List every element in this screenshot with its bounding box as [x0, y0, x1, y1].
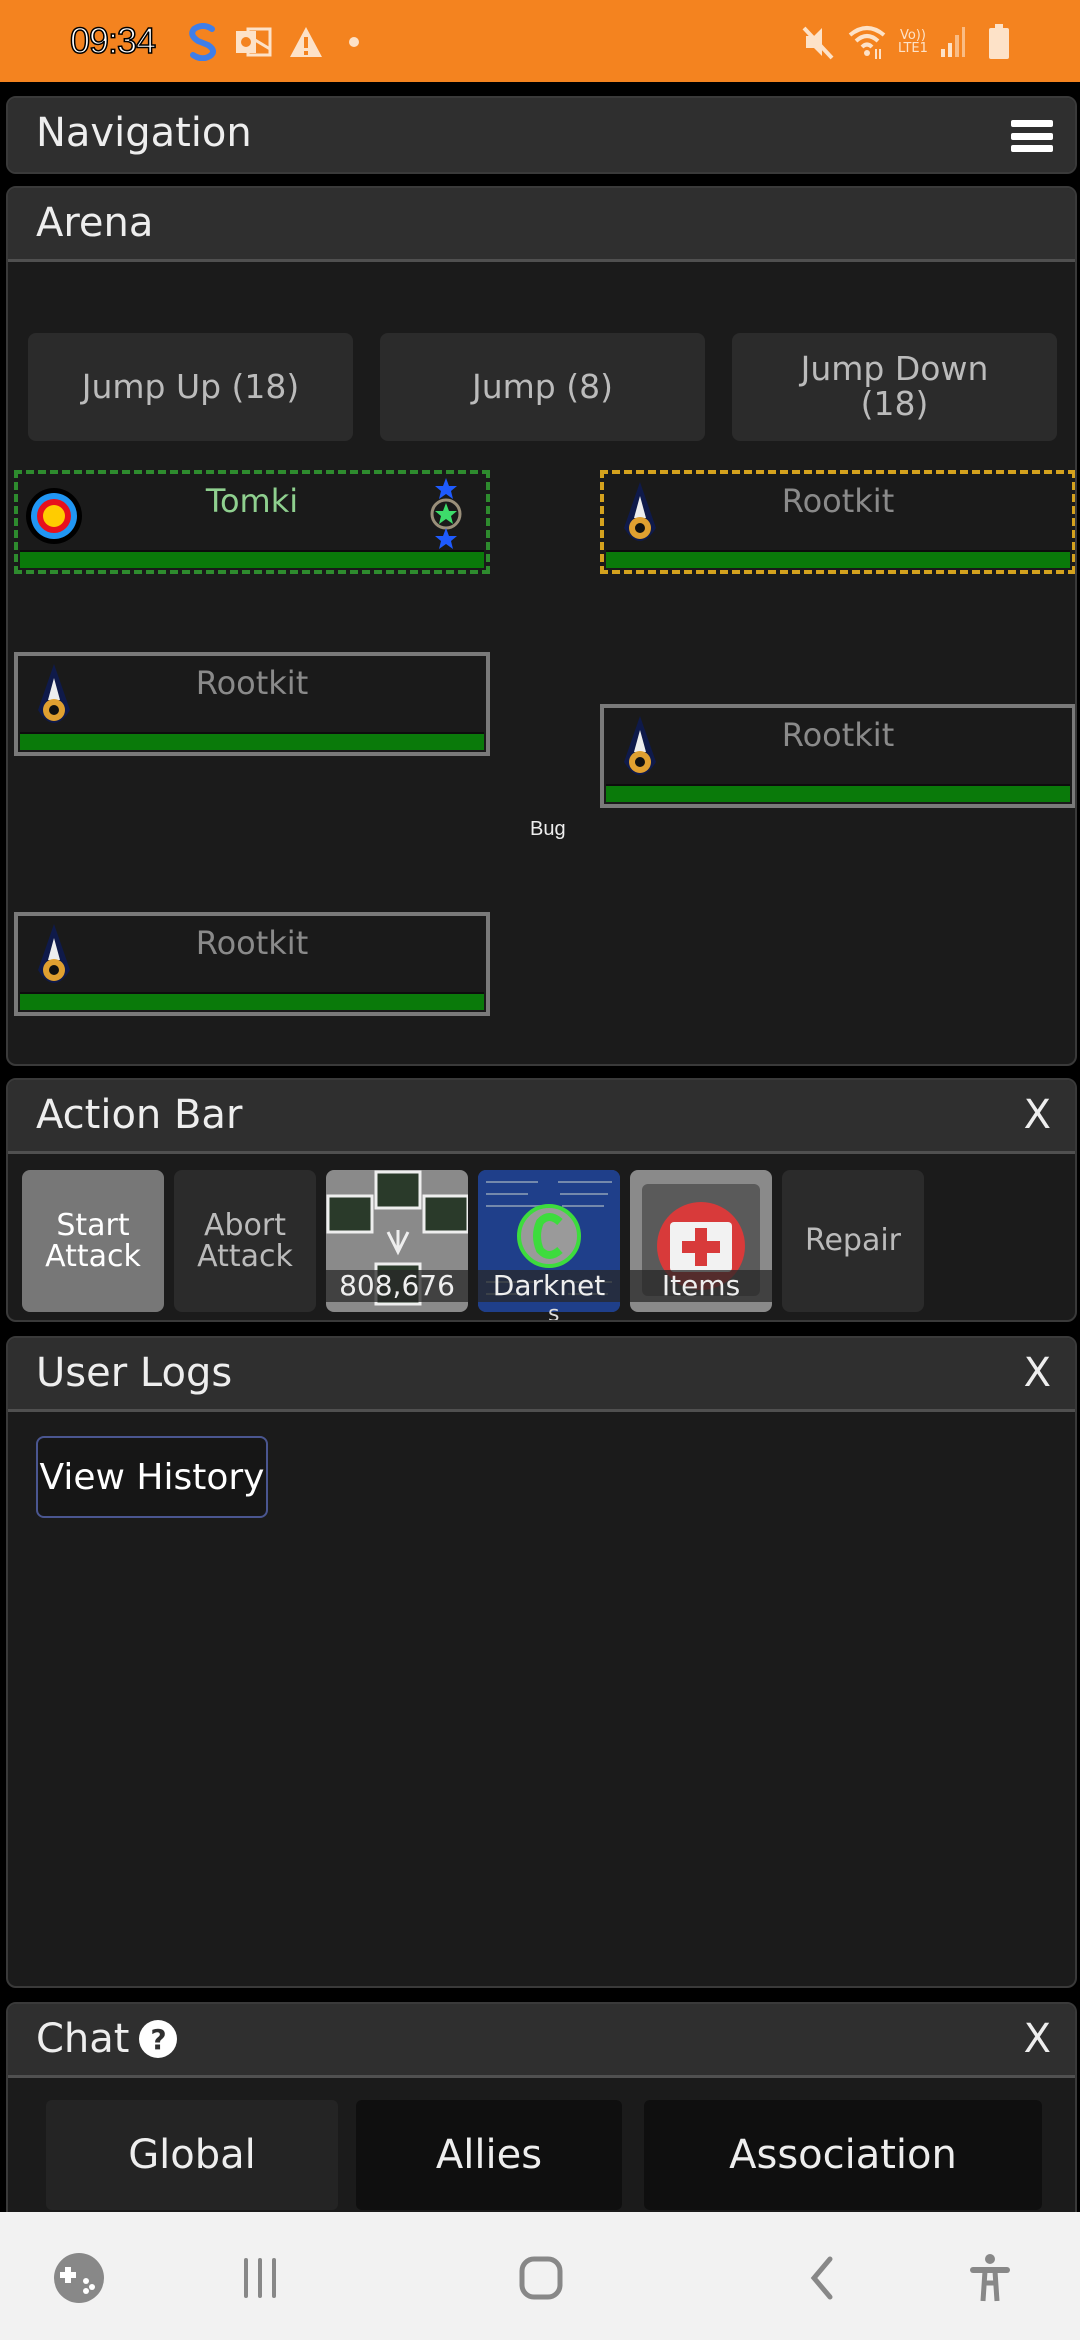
navigation-header: Navigation [8, 98, 1075, 172]
dot-icon [348, 22, 360, 62]
action-bar-header: Action Bar X [8, 1080, 1075, 1154]
jump-down-button[interactable]: Jump Down (18) [732, 333, 1057, 441]
chat-panel: Chat ? X Global Allies Association [6, 2002, 1077, 2222]
tab-association[interactable]: Association [644, 2100, 1042, 2210]
chat-close-button[interactable]: X [1024, 2016, 1051, 2062]
action-bar-panel: Action Bar X Start Attack Abort Attack 8… [6, 1078, 1077, 1322]
items-button[interactable]: Items [630, 1170, 772, 1312]
chat-header: Chat ? X [8, 2004, 1075, 2078]
tab-global[interactable]: Global [46, 2100, 338, 2210]
user-logs-title: User Logs [36, 1350, 233, 1396]
darknets-label: Darknet [478, 1270, 620, 1302]
outlook-icon [234, 22, 272, 62]
navigation-panel: Navigation [6, 96, 1077, 174]
fighter-card-enemy[interactable]: Rootkit [14, 912, 490, 1016]
jump-up-button[interactable]: Jump Up (18) [28, 333, 353, 441]
chat-title: Chat [36, 2016, 130, 2062]
system-navigation-bar [0, 2212, 1080, 2340]
navigation-title: Navigation [36, 110, 252, 156]
hp-bar [20, 732, 484, 750]
fighter-card-target[interactable]: Rootkit [600, 470, 1075, 574]
arena-panel: Arena Current Arenalevel: 17 Jump Up (18… [6, 186, 1077, 1066]
lte-signal-icon: Vo)) LTE1 [898, 28, 928, 56]
user-logs-header: User Logs X [8, 1338, 1075, 1412]
star-rank-icon [430, 478, 462, 549]
jump-button[interactable]: Jump (8) [380, 333, 705, 441]
hp-bar [606, 550, 1070, 568]
hp-bar [606, 784, 1070, 802]
mute-icon [800, 22, 836, 62]
start-attack-button[interactable]: Start Attack [22, 1170, 164, 1312]
hp-bar [20, 992, 484, 1010]
samsung-s-icon [186, 22, 220, 62]
warning-icon [288, 22, 324, 62]
darknets-label-overflow: s [548, 1302, 560, 1322]
home-icon[interactable] [518, 2248, 564, 2308]
fighter-card-enemy[interactable]: Rootkit [14, 652, 490, 756]
action-bar-close-button[interactable]: X [1024, 1092, 1051, 1138]
fighter-name: Rootkit [195, 924, 309, 962]
tab-allies[interactable]: Allies [356, 2100, 622, 2210]
help-icon[interactable]: ? [139, 2020, 178, 2058]
action-bar-title: Action Bar [36, 1092, 243, 1138]
signal-bars-icon [940, 22, 966, 62]
items-label: Items [630, 1270, 772, 1302]
wifi-icon [846, 22, 888, 62]
abort-attack-button[interactable]: Abort Attack [174, 1170, 316, 1312]
user-logs-close-button[interactable]: X [1024, 1350, 1051, 1396]
status-bar: 09:34 Vo)) LTE1 [0, 0, 1080, 82]
darknets-button[interactable]: Darknet [478, 1170, 620, 1312]
chat-title-group: Chat ? [36, 2016, 178, 2062]
recents-icon[interactable] [238, 2248, 282, 2308]
bug-label: Bug [530, 818, 566, 840]
network-count: 808,676 [326, 1270, 468, 1302]
fighter-name: Rootkit [781, 482, 895, 520]
fighter-name: Tomki [205, 482, 299, 520]
network-button[interactable]: 808,676 [326, 1170, 468, 1312]
view-history-button[interactable]: View History [36, 1436, 268, 1518]
fighter-name: Rootkit [781, 716, 895, 754]
repair-button[interactable]: Repair [782, 1170, 924, 1312]
game-launcher-icon[interactable] [52, 2248, 106, 2308]
user-logs-panel: User Logs X View History [6, 1336, 1077, 1988]
battery-icon [988, 22, 1010, 62]
fighter-name: Rootkit [195, 664, 309, 702]
hp-bar [20, 550, 484, 568]
fighter-card-enemy[interactable]: Rootkit [600, 704, 1075, 808]
back-icon[interactable] [806, 2248, 836, 2308]
accessibility-icon[interactable] [968, 2248, 1012, 2308]
status-time: 09:34 [69, 19, 157, 62]
hamburger-icon[interactable] [1011, 120, 1053, 152]
arena-title: Arena [36, 200, 154, 246]
fighter-card-self[interactable]: Tomki [14, 470, 490, 574]
arena-header: Arena [8, 188, 1075, 262]
